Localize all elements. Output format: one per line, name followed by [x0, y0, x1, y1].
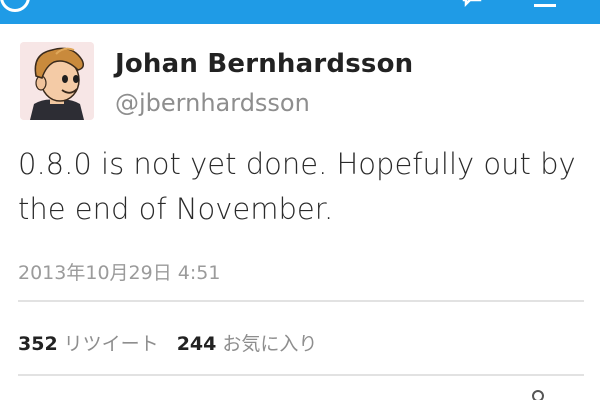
tweet-detail-screen: Johan Bernhardsson @jbernhardsson 0.8.0 … — [0, 0, 600, 400]
cartoon-avatar-icon — [20, 42, 94, 120]
divider — [18, 374, 584, 376]
tweet-text: 0.8.0 is not yet done. Hopefully out by … — [18, 142, 588, 232]
person-icon[interactable] — [528, 390, 548, 400]
avatar[interactable] — [20, 42, 94, 120]
retweet-count[interactable]: 352 — [18, 333, 58, 355]
tweet-text-line: 0.8.0 is not yet done. Hopefully out by — [18, 147, 576, 181]
app-bar — [0, 0, 600, 24]
favorite-label[interactable]: お気に入り — [222, 333, 317, 355]
favorite-count[interactable]: 244 — [177, 333, 217, 355]
author-display-name[interactable]: Johan Bernhardsson — [115, 49, 413, 79]
tweet-timestamp: 2013年10月29日 4:51 — [18, 262, 221, 284]
tweet-text-line: the end of November. — [18, 192, 334, 226]
menu-icon[interactable] — [532, 0, 558, 10]
author-screen-name[interactable]: @jbernhardsson — [115, 89, 310, 117]
back-circle-icon[interactable] — [0, 0, 30, 12]
retweet-label[interactable]: リツイート — [64, 333, 159, 355]
reply-icon[interactable] — [460, 0, 484, 10]
tweet-stats: 352 リツイート 244 お気に入り — [18, 329, 317, 356]
divider — [18, 300, 584, 302]
